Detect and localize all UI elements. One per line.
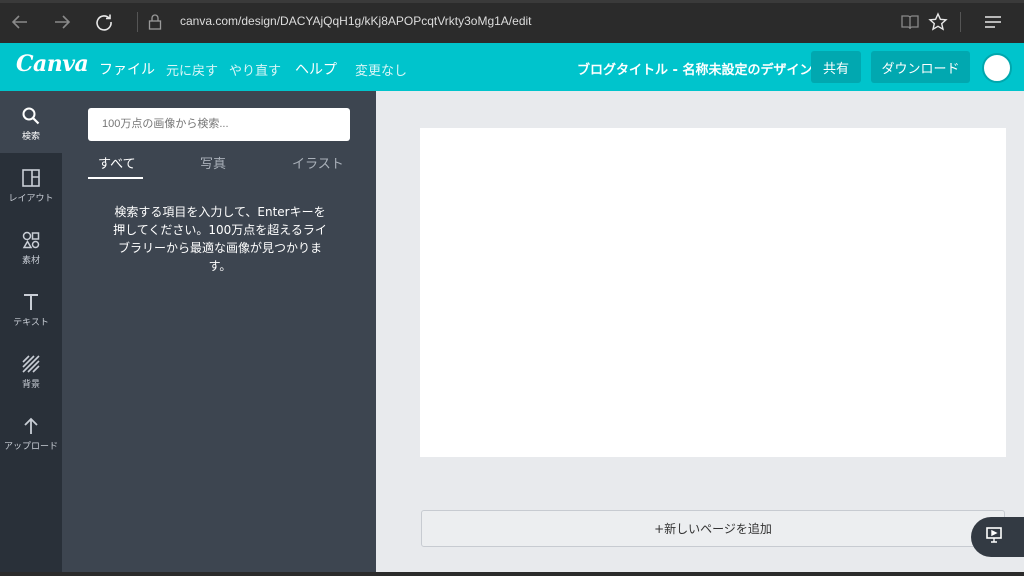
bottom-edge [0, 572, 1024, 576]
sidebar-item-label: 素材 [21, 256, 40, 266]
add-page-button[interactable]: +新しいページを追加 [421, 510, 1005, 547]
back-arrow-icon[interactable] [8, 10, 32, 34]
present-button[interactable] [971, 517, 1024, 557]
sidebar-item-text[interactable]: テキスト [0, 277, 62, 339]
search-help-text: 検索する項目を入力して、Enterキーを押してください。100万点を超えるライブ… [113, 205, 327, 273]
avatar[interactable] [982, 53, 1012, 83]
tab-all[interactable]: すべて [98, 153, 136, 172]
sidebar-rail: 検索 レイアウト 素材 テキスト 背景 アップロード [0, 91, 62, 576]
sidebar-item-search[interactable]: 検索 [0, 91, 62, 153]
hub-menu-icon[interactable] [981, 10, 1005, 34]
sidebar-item-background[interactable]: 背景 [0, 339, 62, 401]
active-tab-indicator [88, 177, 143, 179]
forward-arrow-icon[interactable] [50, 10, 74, 34]
address-bar[interactable]: canva.com/design/DACYAjQqH1g/kKj8APOPcqt… [180, 14, 532, 28]
sidebar-item-label: レイアウト [8, 194, 54, 204]
favorite-star-icon[interactable] [926, 10, 950, 34]
toolbar-divider [137, 12, 138, 32]
sidebar-item-elements[interactable]: 素材 [0, 215, 62, 277]
canva-logo[interactable]: Canva [16, 51, 89, 77]
browser-top-edge [0, 0, 1024, 3]
search-icon [20, 105, 42, 127]
tab-illustrations[interactable]: イラスト [292, 153, 344, 172]
menu-redo[interactable]: やり直す [229, 60, 281, 79]
browser-toolbar: canva.com/design/DACYAjQqH1g/kKj8APOPcqt… [0, 0, 1024, 43]
design-title[interactable]: ブログタイトル - 名称未設定のデザイン [577, 59, 812, 78]
menu-help[interactable]: ヘルプ [295, 59, 337, 79]
design-page[interactable] [420, 128, 1006, 457]
reading-view-icon[interactable] [898, 10, 922, 34]
elements-icon [20, 229, 42, 251]
app-header: Canva ファイル 元に戻す やり直す ヘルプ 変更なし ブログタイトル - … [0, 43, 1024, 91]
upload-icon [20, 415, 42, 437]
sidebar-item-label: 検索 [21, 132, 40, 142]
download-button[interactable]: ダウンロード [871, 51, 970, 83]
image-search-input[interactable] [88, 108, 350, 141]
save-status: 変更なし [355, 64, 408, 79]
tab-photos[interactable]: 写真 [200, 153, 226, 172]
text-icon [20, 291, 42, 313]
sidebar-item-label: アップロード [3, 442, 58, 452]
share-button[interactable]: 共有 [811, 51, 861, 83]
background-icon [20, 353, 42, 375]
presentation-icon [985, 526, 1003, 548]
layout-icon [20, 167, 42, 189]
sidebar-item-layout[interactable]: レイアウト [0, 153, 62, 215]
sidebar-item-upload[interactable]: アップロード [0, 401, 62, 463]
sidebar-item-label: テキスト [13, 318, 49, 328]
menu-undo[interactable]: 元に戻す [166, 60, 218, 79]
sidebar-item-label: 背景 [21, 380, 40, 390]
toolbar-divider [960, 12, 961, 32]
menu-file[interactable]: ファイル [99, 59, 155, 79]
refresh-icon[interactable] [92, 10, 116, 34]
lock-icon[interactable] [143, 10, 167, 34]
